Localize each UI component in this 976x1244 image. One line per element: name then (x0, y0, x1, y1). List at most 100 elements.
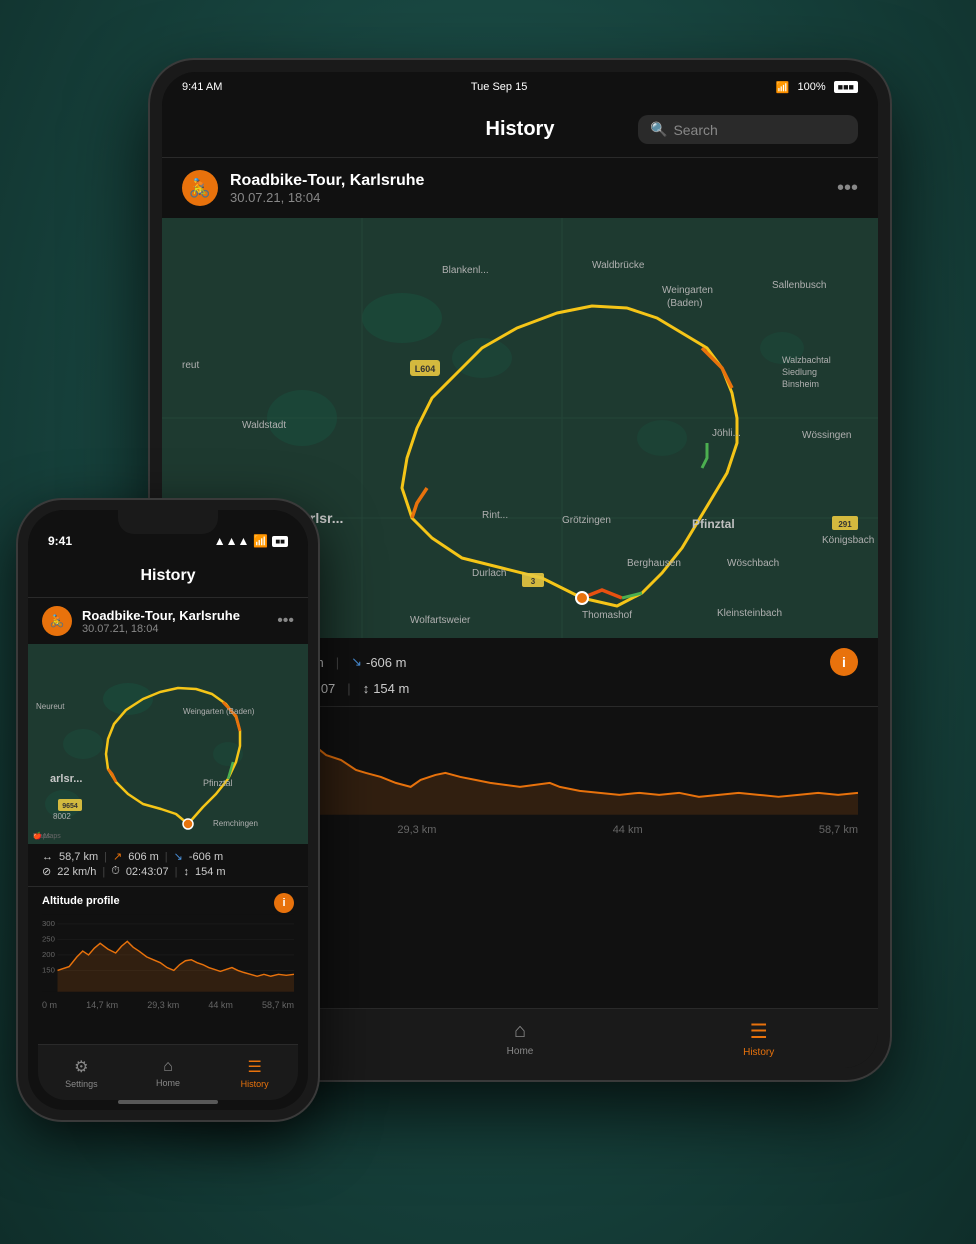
ipad-statusbar: 9:41 AM Tue Sep 15 📶 100% ■■■ (162, 72, 878, 102)
svg-text:Binsheim: Binsheim (782, 379, 819, 389)
elevation-down-value: -606 m (366, 655, 406, 670)
ipad-battery: 100% (798, 81, 826, 93)
svg-text:Sallenbusch: Sallenbusch (772, 280, 826, 291)
svg-text:8002: 8002 (53, 812, 71, 821)
iphone-nav-home-label: Home (156, 1078, 180, 1088)
ipad-nav-home[interactable]: ⌂ Home (401, 1020, 640, 1057)
svg-text:291: 291 (838, 520, 852, 529)
iphone-xaxis-label-2: 29,3 km (147, 1000, 179, 1010)
svg-text:Pfinztal: Pfinztal (203, 778, 233, 788)
svg-text:reut: reut (182, 360, 199, 371)
svg-text:Waldstadt: Waldstadt (242, 420, 286, 431)
svg-text:Wolfartsweier: Wolfartsweier (410, 615, 471, 626)
iphone-nav-settings-label: Settings (65, 1079, 98, 1089)
iphone-wifi-icon: 📶 (253, 534, 268, 548)
iphone-map[interactable]: Neureut Weingarten (Baden) arlsr... Pfin… (28, 644, 308, 844)
iphone-nav-history-label: History (241, 1079, 269, 1089)
svg-text:200: 200 (42, 950, 55, 959)
ipad-search-box[interactable]: 🔍 Search (638, 115, 858, 144)
altitude-value: 154 m (373, 681, 409, 696)
svg-text:Wöschbach: Wöschbach (727, 558, 779, 569)
ipad-date: Tue Sep 15 (471, 81, 527, 93)
ipad-tour-more-button[interactable]: ••• (837, 177, 858, 200)
svg-text:Rint...: Rint... (482, 510, 508, 521)
svg-text:🍎 Maps: 🍎 Maps (33, 831, 61, 840)
svg-text:Neureut: Neureut (36, 702, 65, 711)
svg-text:Grötzingen: Grötzingen (562, 515, 611, 526)
ipad-xaxis-label-3: 44 km (613, 824, 643, 836)
iphone-distance-icon: ↔ (42, 851, 53, 863)
iphone-tour-more-button[interactable]: ••• (277, 612, 294, 630)
iphone-altitude-title: Altitude profile (42, 895, 120, 907)
ipad-header: History 🔍 Search (162, 102, 878, 158)
svg-text:250: 250 (42, 934, 55, 943)
iphone-battery-icon: ■■ (272, 536, 288, 547)
history-icon: ☰ (750, 1019, 768, 1044)
ipad-nav-history[interactable]: ☰ History (639, 1019, 878, 1058)
iphone-xaxis-label-4: 58,7 km (262, 1000, 294, 1010)
iphone-home-icon: ⌂ (163, 1058, 173, 1076)
ipad-xaxis-label-4: 58,7 km (819, 824, 858, 836)
iphone-notch (118, 510, 218, 534)
svg-text:Wössingen: Wössingen (802, 430, 851, 441)
svg-text:300: 300 (42, 919, 55, 928)
ipad-nav-history-label: History (743, 1047, 774, 1058)
svg-text:Thomashof: Thomashof (582, 610, 632, 621)
iphone-tour-info: Roadbike-Tour, Karlsruhe 30.07.21, 18:04 (82, 608, 240, 635)
svg-text:9654: 9654 (62, 803, 78, 810)
svg-text:Blankenl...: Blankenl... (442, 265, 489, 276)
iphone-history-icon: ☰ (248, 1057, 262, 1077)
iphone-xaxis-label-1: 14,7 km (86, 1000, 118, 1010)
ipad-tour-header: 🚴 Roadbike-Tour, Karlsruhe 30.07.21, 18:… (162, 158, 878, 218)
altitude-icon: ↕ (363, 681, 370, 696)
ipad-tour-info: Roadbike-Tour, Karlsruhe 30.07.21, 18:04 (230, 172, 825, 205)
iphone-altitude-section: Altitude profile i 300 250 200 150 (28, 887, 308, 1012)
iphone-stats: ↔ 58,7 km | ↗ 606 m | ↘ -606 m ⊘ 22 km/h… (28, 844, 308, 887)
iphone-header: History (28, 554, 308, 598)
iphone-device: 9:41 ▲▲▲ 📶 ■■ History 🚴 Roadbike-Tour, K… (18, 500, 318, 1120)
iphone-elev-down-icon: ↘ (174, 850, 183, 863)
iphone-nav-home[interactable]: ⌂ Home (125, 1058, 212, 1088)
iphone-elev-up-icon: ↗ (113, 850, 122, 863)
iphone-nav-history[interactable]: ☰ History (211, 1057, 298, 1089)
iphone-duration-icon: ⏱ (111, 865, 120, 878)
ipad-tour-date: 30.07.21, 18:04 (230, 190, 825, 205)
iphone-speed-icon: ⊘ (42, 865, 51, 878)
ipad-tour-name: Roadbike-Tour, Karlsruhe (230, 172, 825, 190)
home-indicator (118, 1100, 218, 1104)
iphone-time: 9:41 (48, 534, 72, 548)
svg-text:Siedlung: Siedlung (782, 367, 817, 377)
info-button[interactable]: i (830, 648, 858, 676)
iphone-screen: 9:41 ▲▲▲ 📶 ■■ History 🚴 Roadbike-Tour, K… (28, 510, 308, 1110)
iphone-tour-date: 30.07.21, 18:04 (82, 623, 240, 635)
iphone-altitude-xaxis: 0 m 14,7 km 29,3 km 44 km 58,7 km (42, 998, 294, 1012)
iphone-altitude-icon: ↕ (184, 866, 190, 878)
svg-text:Remchingen: Remchingen (213, 819, 258, 828)
elevation-down-icon: ↘ (351, 654, 362, 670)
ipad-time: 9:41 AM (182, 81, 222, 93)
iphone-speed: 22 km/h (57, 866, 96, 878)
ipad-tour-icon: 🚴 (182, 170, 218, 206)
iphone-duration: 02:43:07 (126, 866, 169, 878)
iphone-page-title: History (140, 567, 195, 585)
svg-text:Walzbachtal: Walzbachtal (782, 355, 831, 365)
ipad-wifi-icon: 📶 (776, 81, 790, 94)
ipad-page-title: History (486, 118, 555, 141)
iphone-nav-settings[interactable]: ⚙ Settings (38, 1057, 125, 1089)
iphone-info-button[interactable]: i (274, 893, 294, 913)
svg-text:Durlach: Durlach (472, 568, 506, 579)
svg-text:L604: L604 (415, 364, 436, 374)
svg-text:150: 150 (42, 965, 55, 974)
iphone-xaxis-label-0: 0 m (42, 1000, 57, 1010)
svg-text:Königsbach: Königsbach (822, 535, 874, 546)
iphone-tour-name: Roadbike-Tour, Karlsruhe (82, 608, 240, 623)
iphone-tour-header: 🚴 Roadbike-Tour, Karlsruhe 30.07.21, 18:… (28, 598, 308, 644)
iphone-settings-icon: ⚙ (74, 1057, 88, 1077)
svg-text:Pfinztal: Pfinztal (692, 517, 735, 531)
search-icon: 🔍 (650, 121, 667, 138)
iphone-altitude-chart: 300 250 200 150 (42, 913, 294, 993)
iphone-xaxis-label-3: 44 km (208, 1000, 233, 1010)
ipad-xaxis-label-2: 29,3 km (397, 824, 436, 836)
iphone-altitude: 154 m (195, 866, 226, 878)
search-placeholder: Search (673, 122, 717, 138)
